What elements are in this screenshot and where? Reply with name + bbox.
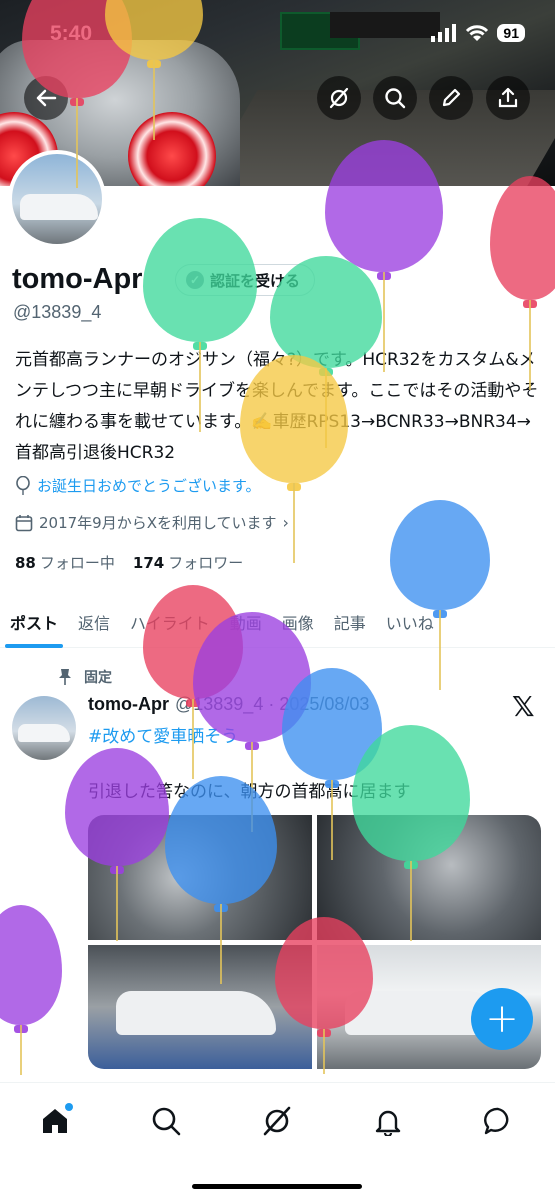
compose-button[interactable]: + <box>471 988 533 1050</box>
tab-posts[interactable]: ポスト <box>0 596 68 648</box>
tab-likes[interactable]: いいね <box>376 596 444 648</box>
avatar-car <box>20 194 98 220</box>
joined-row[interactable]: 2017年9月からXを利用しています › <box>15 512 289 533</box>
following-link[interactable]: 88 フォロー中 <box>15 552 115 573</box>
followers-label: フォロワー <box>168 554 244 572</box>
nav-home[interactable] <box>35 1101 75 1141</box>
edit-button[interactable] <box>429 76 473 120</box>
nav-grok[interactable] <box>257 1101 297 1141</box>
media-engine-2[interactable] <box>317 815 541 940</box>
calendar-icon <box>15 514 33 531</box>
signal-icon <box>431 24 457 42</box>
status-time: 5:40 <box>50 22 93 45</box>
balloon-icon <box>16 475 30 495</box>
share-icon <box>498 87 518 108</box>
birthday-row: お誕生日おめでとうございます。 <box>15 475 261 496</box>
bell-icon <box>375 1110 401 1136</box>
tab-highlights[interactable]: ハイライト <box>120 596 220 648</box>
tab-images[interactable]: 画像 <box>272 596 324 648</box>
tab-articles[interactable]: 記事 <box>324 596 376 648</box>
home-indicator <box>192 1184 362 1189</box>
media-car-lift[interactable] <box>88 945 312 1069</box>
profile-handle: @13839_4 <box>13 302 102 322</box>
nav-messages[interactable] <box>478 1101 518 1141</box>
chevron-right-icon: › <box>282 513 289 532</box>
followers-link[interactable]: 174 フォロワー <box>133 552 243 573</box>
post-avatar[interactable] <box>12 696 76 760</box>
post-header: tomo-Apr @13839_4 · 2025/08/03 <box>88 694 369 715</box>
profile-name: tomo-Apr <box>12 263 143 295</box>
back-button[interactable] <box>24 76 68 120</box>
post-avatar-car <box>18 724 70 742</box>
media-engine-1[interactable] <box>88 815 312 940</box>
media-car-3 <box>116 991 276 1035</box>
wifi-icon <box>466 25 489 41</box>
x-logo-icon: 𝕏 <box>512 690 535 723</box>
get-verified-button[interactable]: ✓ 認証を受ける <box>175 264 316 296</box>
balloon-blue-2 <box>282 668 382 860</box>
arrow-left-icon <box>36 89 57 107</box>
nav-search[interactable] <box>146 1101 186 1141</box>
balloon-blue <box>390 500 490 690</box>
verified-check-icon: ✓ <box>186 271 204 289</box>
notification-dot <box>65 1103 73 1111</box>
message-icon <box>484 1107 509 1135</box>
following-label: フォロー中 <box>39 554 115 572</box>
search-icon <box>152 1107 181 1136</box>
plus-icon: + <box>485 996 519 1042</box>
grok-icon <box>263 1106 291 1136</box>
search-icon <box>385 88 406 109</box>
profile-avatar[interactable] <box>8 150 106 248</box>
grok-icon <box>329 87 349 109</box>
follow-stats: 88 フォロー中 174 フォロワー <box>15 552 243 573</box>
search-button[interactable] <box>373 76 417 120</box>
get-verified-label: 認証を受ける <box>210 272 301 290</box>
tab-replies[interactable]: 返信 <box>68 596 120 648</box>
battery-indicator: 91 <box>497 24 525 42</box>
joined-text: 2017年9月からXを利用しています <box>39 514 277 532</box>
balloon-red-2 <box>490 176 555 390</box>
balloon-purple-4 <box>0 905 62 1075</box>
tab-videos[interactable]: 動画 <box>220 596 272 648</box>
followers-count: 174 <box>132 554 165 572</box>
post-handle-date: @13839_4 · 2025/08/03 <box>174 694 370 714</box>
birthday-text[interactable]: お誕生日おめでとうございます。 <box>37 475 261 496</box>
profile-tabs: ポスト 返信 ハイライト 動画 画像 記事 いいね <box>0 596 555 648</box>
grok-button[interactable] <box>317 76 361 120</box>
post-text: 引退した筈なのに、朝方の首都高に居ます <box>88 782 411 802</box>
bottom-navigation <box>0 1082 555 1200</box>
nav-notifications[interactable] <box>368 1101 408 1141</box>
pencil-icon <box>442 88 461 107</box>
post-author[interactable]: tomo-Apr <box>88 694 169 715</box>
following-count: 88 <box>15 554 36 572</box>
profile-bio: 元首都高ランナーのオジサン（福々?）です。HCR32をカスタム&メンテしつつ主に… <box>15 350 539 463</box>
status-icons: 91 <box>431 24 525 42</box>
pinned-label: 固定 <box>84 670 112 686</box>
share-button[interactable] <box>486 76 530 120</box>
pinned-indicator: 固定 <box>58 667 112 687</box>
post-hashtag[interactable]: #改めて愛車晒そう <box>88 722 238 747</box>
status-bar: 5:40 91 <box>0 20 555 50</box>
pin-icon <box>59 669 71 685</box>
